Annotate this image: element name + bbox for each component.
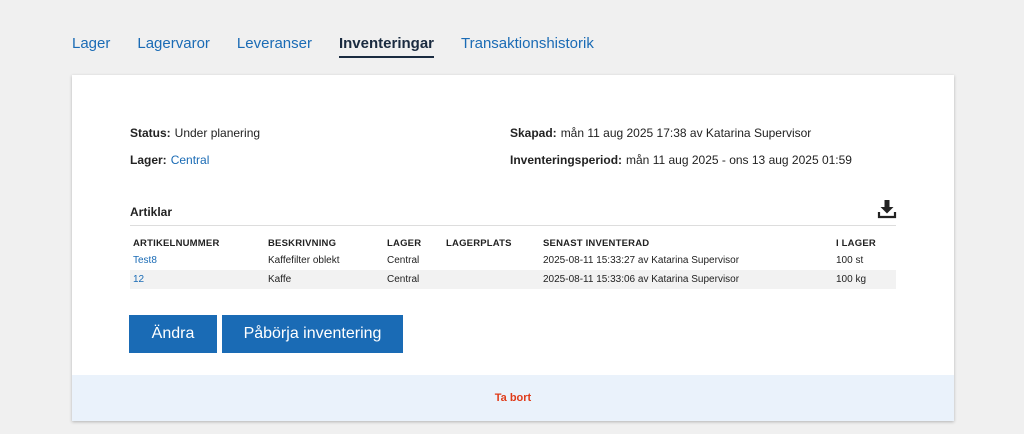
tab-transaktionshistorik[interactable]: Transaktionshistorik [461,34,594,58]
lager-label: Lager: [130,153,167,167]
article-link[interactable]: 12 [130,274,265,285]
col-artikelnummer: ARTIKELNUMMER [133,237,220,249]
lager-link[interactable]: Central [171,153,210,167]
card-footer: Ta bort [72,375,954,421]
articles-title: Artiklar [130,205,173,219]
delete-link[interactable]: Ta bort [495,392,531,404]
article-description: Kaffe [268,274,292,285]
divider [130,225,896,226]
col-senast-inventerad: SENAST INVENTERAD [543,237,650,249]
col-i-lager: I LAGER [836,237,876,249]
edit-button[interactable]: Ändra [129,315,217,353]
table-header: ARTIKELNUMMER BESKRIVNING LAGER LAGERPLA… [130,235,896,251]
articles-table: ARTIKELNUMMER BESKRIVNING LAGER LAGERPLA… [130,235,896,289]
article-description: Kaffefilter oblekt [268,255,340,266]
tab-lagervaror[interactable]: Lagervaror [137,34,210,58]
article-senast: 2025-08-11 15:33:06 av Katarina Supervis… [543,274,740,285]
tab-leveranser[interactable]: Leveranser [237,34,312,58]
article-senast: 2025-08-11 15:33:27 av Katarina Supervis… [543,255,740,266]
status-field: Status: Under planering [130,126,260,140]
start-inventory-button[interactable]: Påbörja inventering [222,315,403,353]
status-value: Under planering [174,126,261,140]
table-row: 12 Kaffe Central 2025-08-11 15:33:06 av … [130,270,896,289]
tab-inventeringar[interactable]: Inventeringar [338,34,434,58]
inventory-card: Status: Under planering Lager: Central Ska… [72,75,954,421]
article-quantity: 100 st [836,255,864,266]
period-label: Inventeringsperiod: [510,153,623,167]
lager-field: Lager: Central [130,153,209,167]
download-icon[interactable] [877,199,897,219]
article-lager: Central [387,274,420,285]
skapad-value: mån 11 aug 2025 17:38 av Katarina Superv… [560,126,812,140]
tab-bar: Lager Lagervaror Leveranser Inventeringa… [72,34,621,60]
skapad-label: Skapad: [510,126,557,140]
period-value: mån 11 aug 2025 - ons 13 aug 2025 01:59 [626,153,852,167]
col-beskrivning: BESKRIVNING [268,237,337,249]
article-link[interactable]: Test8 [130,255,265,266]
tab-lager[interactable]: Lager [72,34,110,58]
table-row: Test8 Kaffefilter oblekt Central 2025-08… [130,251,896,270]
period-field: Inventeringsperiod: mån 11 aug 2025 - ons… [510,153,852,167]
skapad-field: Skapad: mån 11 aug 2025 17:38 av Katarina… [510,126,811,140]
col-lagerplats: LAGERPLATS [446,237,512,249]
article-quantity: 100 kg [836,274,867,285]
article-lager: Central [387,255,420,266]
col-lager: LAGER [387,237,422,249]
status-label: Status: [130,126,171,140]
